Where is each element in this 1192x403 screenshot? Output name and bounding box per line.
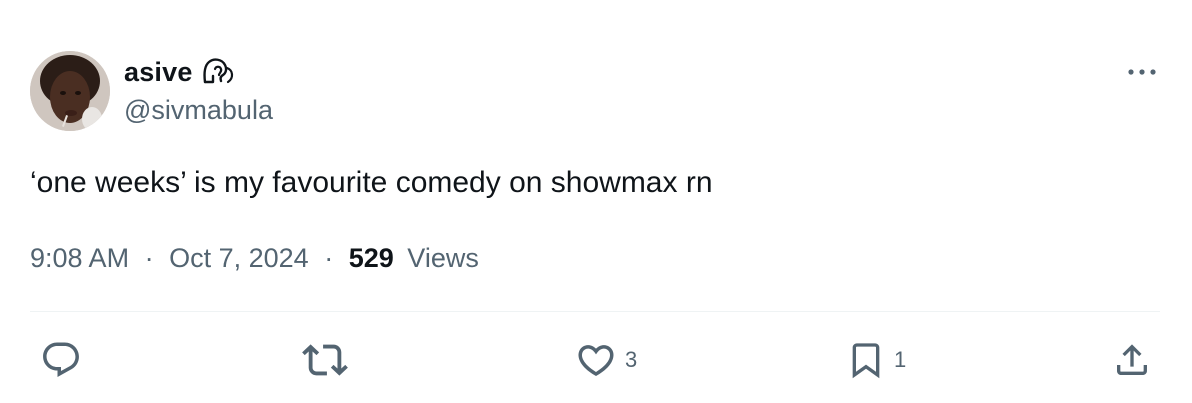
tweet-text: ‘one weeks’ is my favourite comedy on sh… [30,166,713,199]
tweet-time[interactable]: 9:08 AM [30,243,129,273]
reply-icon [43,342,79,377]
display-name[interactable]: asive [124,57,193,88]
meta-separator: · [324,243,334,273]
repost-button[interactable] [302,338,356,382]
bookmark-count: 1 [894,347,907,372]
share-icon [1117,344,1147,375]
views-label: Views [407,243,479,273]
user-handle[interactable]: @sivmabula [124,95,273,126]
meta-separator: · [144,243,154,273]
views-count: 529 [348,243,394,273]
more-options-button[interactable] [1122,56,1162,88]
tweet-date[interactable]: Oct 7, 2024 [169,243,309,273]
heart-icon [578,345,614,377]
like-button[interactable]: 3 [575,338,637,382]
author-name-row: asive [124,52,235,92]
more-dots-icon [1128,69,1156,75]
ear-with-hearing-aid-icon [201,56,235,88]
avatar[interactable] [30,51,110,131]
like-count: 3 [625,347,638,372]
tweet-metadata: 9:08 AM · Oct 7, 2024 · 529 Views [30,243,479,274]
divider [30,311,1160,312]
avatar-image [30,51,110,131]
bookmark-icon [852,343,880,379]
reply-button[interactable] [40,338,90,382]
bookmark-button[interactable]: 1 [846,338,906,382]
repost-icon [302,344,348,376]
share-button[interactable] [1112,338,1152,382]
